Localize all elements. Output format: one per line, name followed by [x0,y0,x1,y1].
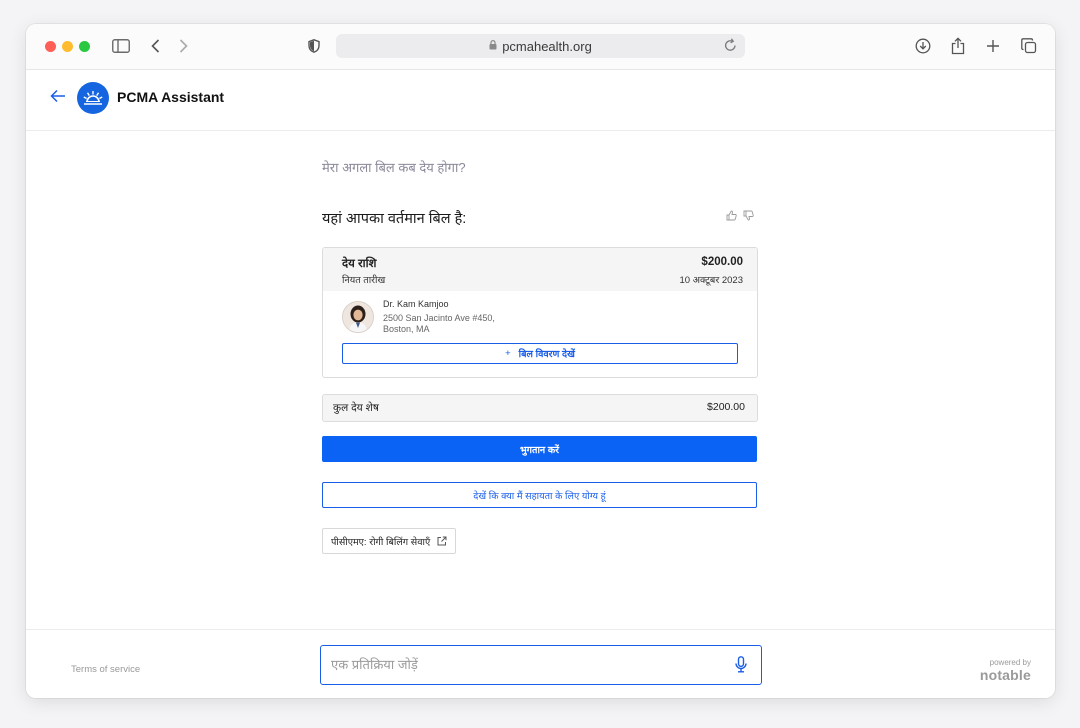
bill-summary: देय राशि नियत तारीख $200.00 10 अक्टूबर 2… [323,248,757,291]
app-title: PCMA Assistant [117,89,225,105]
forward-nav-icon[interactable] [176,35,190,57]
minimize-window-button[interactable] [62,41,73,52]
doctor-address-line1: 2500 San Jacinto Ave #450, [383,313,495,323]
thumbs-down-icon[interactable] [743,208,754,226]
browser-window: pcmahealth.org PCMA Assistant मेरा अगला … [26,24,1055,698]
browser-toolbar: pcmahealth.org [26,24,1055,70]
terms-of-service-link[interactable]: Terms of service [71,664,140,675]
notable-brand: notable [979,667,1031,683]
back-arrow-icon[interactable] [50,89,66,108]
patient-billing-services-link[interactable]: पीसीएमए: रोगी बिलिंग सेवाएँ [322,528,457,554]
powered-by-notable: powered by notable [979,658,1031,683]
back-nav-icon[interactable] [148,35,162,57]
powered-by-label: powered by [989,658,1031,667]
close-window-button[interactable] [45,41,56,52]
new-tab-icon[interactable] [985,35,1001,57]
microphone-icon[interactable] [735,656,747,678]
download-icon[interactable] [914,35,932,57]
total-balance-row: कुल देय शेष $200.00 [322,394,758,422]
address-bar[interactable]: pcmahealth.org [336,34,745,58]
app-header: PCMA Assistant [26,70,1055,131]
share-icon[interactable] [950,35,966,57]
doctor-address-line2: Boston, MA [383,324,430,334]
view-bill-details-button[interactable]: + बिल विवरण देखें [342,343,738,364]
view-bill-details-label: बिल विवरण देखें [518,349,575,360]
response-input[interactable] [331,654,711,674]
user-question: मेरा अगला बिल कब देय होगा? [322,160,466,175]
privacy-shield-icon[interactable] [306,35,322,57]
doctor-avatar [342,301,374,333]
url-text: pcmahealth.org [502,38,592,54]
zoom-window-button[interactable] [79,41,90,52]
pay-button[interactable]: भुगतान करें [322,436,757,462]
response-input-box[interactable] [320,645,762,685]
due-date-value: 10 अक्टूबर 2023 [679,275,743,286]
thumbs-up-icon[interactable] [726,208,737,226]
reload-icon[interactable] [724,38,737,55]
lock-icon [489,39,497,53]
plus-icon: + [505,348,511,359]
amount-due-value: $200.00 [701,256,743,268]
doctor-name: Dr. Kam Kamjoo [383,299,449,309]
bill-card: देय राशि नियत तारीख $200.00 10 अक्टूबर 2… [322,247,758,378]
external-link-icon [437,536,447,546]
tab-overview-icon[interactable] [1020,35,1038,57]
sidebar-toggle-icon[interactable] [111,35,131,57]
chat-footer: Terms of service powered by notable [26,629,1055,698]
pcma-logo-icon [77,82,109,114]
patient-billing-services-label: पीसीएमए: रोगी बिलिंग सेवाएँ [331,536,431,548]
total-balance-label: कुल देय शेष [333,402,379,414]
total-balance-value: $200.00 [707,401,745,413]
check-assistance-eligibility-button[interactable]: देखें कि क्या मैं सहायता के लिए योग्य हू… [322,482,757,508]
assistant-answer: यहां आपका वर्तमान बिल है: [322,211,467,227]
amount-due-label: देय राशि [342,258,377,270]
due-date-label: नियत तारीख [342,275,386,286]
